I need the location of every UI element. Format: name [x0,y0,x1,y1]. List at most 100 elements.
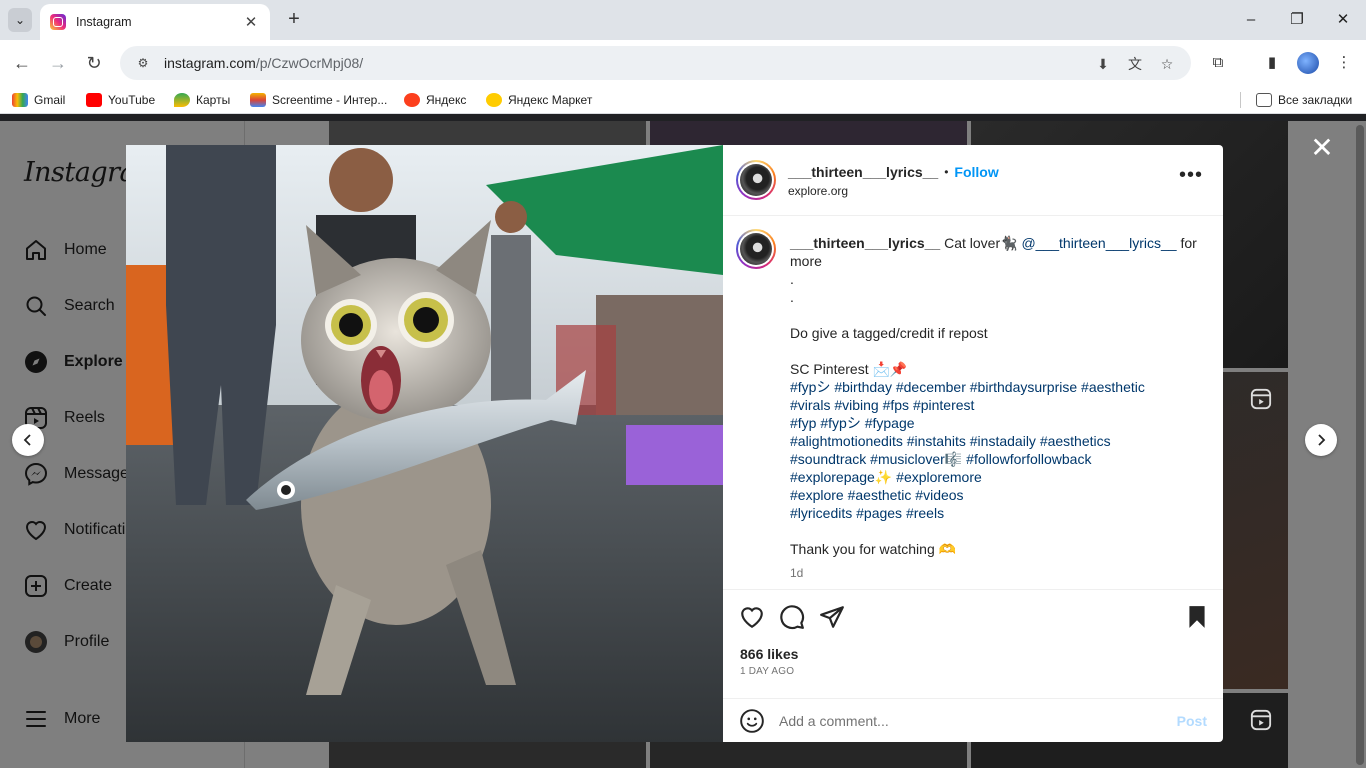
profile-avatar[interactable] [1294,49,1322,77]
bookmark-screentime[interactable]: Screentime - Интер... [250,91,387,109]
hashtag-line[interactable]: #alightmotionedits #instahits #instadail… [790,432,1200,450]
tab-search-button[interactable]: ⌄ [8,8,32,32]
forward-button[interactable]: → [44,49,72,77]
tab-instagram[interactable]: Instagram ✕ [40,4,270,40]
hashtag-line[interactable]: #explore #aesthetic #videos [790,486,1200,504]
url-path: /p/CzwOcrMpj08/ [255,55,364,71]
screentime-icon [250,93,266,107]
menu-icon [24,707,48,731]
hashtag-line[interactable]: #fypシ #birthday #december #birthdaysurpr… [790,378,1200,396]
emoji-icon[interactable] [739,708,765,734]
sidebar-item-create[interactable]: Create [24,570,112,602]
comment-input[interactable] [779,713,1159,729]
explore-tile[interactable] [650,121,967,145]
bookmark-yandex-market[interactable]: Яндекс Маркет [486,91,592,109]
caption-mention[interactable]: @___thirteen___lyrics__ [1021,235,1176,251]
bookmark-label: Яндекс Маркет [508,93,593,107]
caption-intro: Cat lover🐈‍⬛ [944,235,1018,251]
hashtag-line[interactable]: #fyp #fypシ #fypage [790,414,1200,432]
extensions-icon[interactable]: ⧉ [1204,49,1232,77]
caption-text: ___thirteen___lyrics__ Cat lover🐈‍⬛ @___… [790,234,1200,582]
bookmark-star-icon[interactable]: ☆ [1157,54,1177,74]
post-date[interactable]: 1 DAY AGO [740,666,794,677]
comment-icon[interactable] [779,604,805,630]
minimize-button[interactable]: – [1228,6,1274,34]
home-icon [24,238,48,262]
like-heart-icon[interactable] [739,604,765,630]
yandex-icon [404,93,420,107]
youtube-icon [86,93,102,107]
all-bookmarks-label: Все закладки [1278,93,1353,107]
previous-post-button[interactable] [12,424,44,456]
sidebar-item-messages[interactable]: Messages [24,458,137,490]
caption-credit-line: Do give a tagged/credit if repost [790,325,988,341]
page-scrollbar[interactable] [1354,121,1366,768]
maps-pin-icon [174,93,190,107]
separator-dot: • [944,165,949,179]
caption-more: more [790,253,822,269]
sidebar-item-explore[interactable]: Explore [24,346,123,378]
new-tab-button[interactable]: + [282,8,306,32]
instagram-favicon-icon [50,14,66,30]
hashtag-line[interactable]: #soundtrack #musiclover🎼 #followforfollo… [790,450,1200,468]
chrome-menu-icon[interactable]: ⋮ [1330,49,1358,77]
sidebar-item-label: Home [64,241,107,258]
translate-icon[interactable]: 文 [1125,54,1145,74]
follow-button[interactable]: Follow [954,164,998,180]
next-post-button[interactable] [1305,424,1337,456]
caption-blank [790,522,1200,540]
bookmark-gmail[interactable]: Gmail [12,91,65,109]
caption-sc-line: SC Pinterest 📩📌 [790,361,908,377]
address-bar[interactable]: ⚙ instagram.com/p/CzwOcrMpj08/ ⬇ 文 ☆ [120,46,1191,80]
caption-username[interactable]: ___thirteen___lyrics__ [790,235,940,251]
more-options-icon[interactable]: ••• [1179,165,1203,185]
gmail-icon [12,93,28,107]
share-icon[interactable] [819,604,845,630]
tab-title: Instagram [76,15,132,29]
back-button[interactable]: ← [8,49,36,77]
all-bookmarks-button[interactable]: Все закладки [1256,91,1352,109]
likes-count[interactable]: 866 likes [740,646,798,662]
bookmark-maps[interactable]: Карты [174,91,230,109]
side-panel-icon[interactable]: ▮ [1258,49,1286,77]
sidebar-item-label: Profile [64,633,110,650]
tab-close-icon[interactable]: ✕ [242,13,260,31]
author-avatar[interactable] [736,160,776,200]
bookmark-label: Gmail [34,93,66,107]
explore-tile[interactable] [329,121,646,145]
tab-strip: ⌄ Instagram ✕ + – ❐ ✕ [0,0,1366,40]
browser-toolbar: ← → ↻ ⚙ instagram.com/p/CzwOcrMpj08/ ⬇ 文… [0,40,1366,86]
bookmark-yandex[interactable]: Яндекс [404,91,466,109]
profile-avatar-icon [24,630,48,654]
caption-blank [790,306,1200,324]
bookmark-youtube[interactable]: YouTube [86,91,155,109]
caption-age[interactable]: 1d [790,564,1200,582]
hashtag-line[interactable]: #lyricedits #pages #reels [790,504,1200,522]
close-window-button[interactable]: ✕ [1320,6,1366,34]
site-info-icon[interactable]: ⚙ [134,54,152,72]
sidebar-item-search[interactable]: Search [24,290,115,322]
post-location[interactable]: explore.org [788,184,848,198]
caption-area: ___thirteen___lyrics__ Cat lover🐈‍⬛ @___… [723,217,1223,589]
close-modal-icon[interactable]: ✕ [1308,134,1336,162]
reels-icon [1250,709,1272,731]
bookmark-save-icon[interactable] [1184,604,1210,630]
comment-row: Post [723,698,1223,743]
restore-button[interactable]: ❐ [1274,6,1320,34]
bookmark-label: YouTube [108,93,156,107]
sidebar-item-more[interactable]: More [24,703,100,735]
author-username[interactable]: ___thirteen___lyrics__ [788,164,938,180]
reload-button[interactable]: ↻ [80,49,108,77]
chevron-right-icon [1318,434,1326,446]
post-comment-button[interactable]: Post [1177,713,1207,729]
post-image[interactable] [126,145,723,742]
install-app-icon[interactable]: ⬇ [1093,54,1113,74]
cat-with-fish-image [126,145,723,742]
sidebar-item-home[interactable]: Home [24,234,107,266]
hashtag-line[interactable]: #explorepage✨ #exploremore [790,468,1200,486]
post-header: ___thirteen___lyrics__ • Follow explore.… [723,145,1223,216]
hashtag-line[interactable]: #virals #vibing #fps #pinterest [790,396,1200,414]
sidebar-item-profile[interactable]: Profile [24,626,109,658]
post-actions: 866 likes 1 DAY AGO Post [723,589,1223,742]
caption-author-avatar[interactable] [736,229,776,269]
